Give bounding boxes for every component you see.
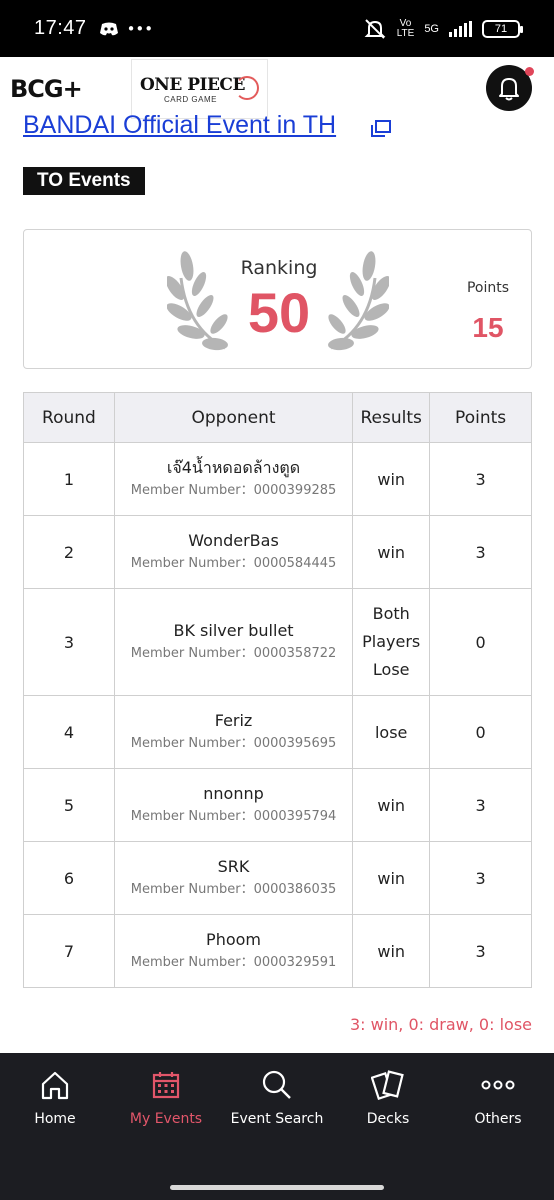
bell-icon xyxy=(499,78,519,101)
opponent-cell: WonderBas Member Number：0000584445 xyxy=(113,515,354,589)
swirl-icon xyxy=(235,76,259,100)
table-row: 1 เจ๊4น้ำหดอดล้างตูด Member Number：00003… xyxy=(23,442,532,516)
nav-label: Others xyxy=(474,1111,522,1127)
network-type: 5G xyxy=(424,22,439,35)
header-opponent: Opponent xyxy=(113,392,354,443)
member-number: Member Number：0000395794 xyxy=(130,809,337,824)
table-row: 2 WonderBas Member Number：0000584445 win… xyxy=(23,515,532,589)
ranking-card: Ranking 50 Points 15 xyxy=(23,229,532,369)
external-link-icon[interactable] xyxy=(370,120,392,138)
round-cell: 6 xyxy=(23,841,115,915)
result-cell: win xyxy=(352,768,431,842)
to-events-badge: TO Events xyxy=(23,167,145,195)
points-cell: 3 xyxy=(429,841,532,915)
points-cell: 0 xyxy=(429,695,532,769)
notification-dot xyxy=(525,67,534,76)
mute-icon xyxy=(364,18,386,39)
nav-home[interactable]: Home xyxy=(0,1067,110,1127)
round-cell: 2 xyxy=(23,515,115,589)
table-row: 6 SRK Member Number：0000386035 win 3 xyxy=(23,841,532,915)
nav-label: My Events xyxy=(129,1111,203,1127)
opponent-cell: SRK Member Number：0000386035 xyxy=(113,841,354,915)
opponent-name: WonderBas xyxy=(188,531,279,550)
discord-icon xyxy=(99,22,118,35)
table-row: 5 nnonnp Member Number：0000395794 win 3 xyxy=(23,768,532,842)
header-points: Points xyxy=(429,392,532,443)
round-cell: 5 xyxy=(23,768,115,842)
member-number: Member Number：0000386035 xyxy=(130,882,337,897)
points-cell: 3 xyxy=(429,442,532,516)
more-icon xyxy=(481,1080,515,1090)
home-icon xyxy=(41,1071,69,1100)
results-table: Round Opponent Results Points 1 เจ๊4น้ำห… xyxy=(23,392,532,988)
nav-event-search[interactable]: Event Search xyxy=(222,1067,332,1127)
opponent-name: เจ๊4น้ำหดอดล้างตูด xyxy=(166,458,301,477)
nav-my-events[interactable]: My Events xyxy=(111,1067,221,1127)
nav-others[interactable]: Others xyxy=(443,1067,553,1127)
home-indicator[interactable] xyxy=(170,1185,384,1190)
opponent-name: nnonnp xyxy=(203,784,264,803)
opponent-cell: เจ๊4น้ำหดอดล้างตูด Member Number：0000399… xyxy=(113,442,354,516)
battery-icon: 71 xyxy=(482,19,523,38)
points-value: 15 xyxy=(472,312,504,343)
member-number: Member Number：0000399285 xyxy=(130,483,337,498)
round-cell: 4 xyxy=(23,695,115,769)
result-cell: win xyxy=(352,515,431,589)
ranking-value: 50 xyxy=(247,281,311,344)
opponent-name: Phoom xyxy=(206,930,261,949)
result-cell: Both Players Lose xyxy=(352,588,431,696)
table-row: 4 Feriz Member Number：0000395695 lose 0 xyxy=(23,695,532,769)
event-title-link[interactable]: BANDAI Official Event in TH xyxy=(23,111,336,140)
points-cell: 0 xyxy=(429,588,532,696)
table-row: 7 Phoom Member Number：0000329591 win 3 xyxy=(23,914,532,988)
bottom-nav: Home My Events Event Search Decks Others xyxy=(0,1053,554,1200)
opponent-name: Feriz xyxy=(214,711,253,730)
points-cell: 3 xyxy=(429,515,532,589)
nav-label: Decks xyxy=(366,1111,410,1127)
table-row: 3 BK silver bullet Member Number：0000358… xyxy=(23,588,532,696)
status-bar: 17:47 ••• Vo LTE 5G 71 xyxy=(0,0,554,57)
opponent-cell: Feriz Member Number：0000395695 xyxy=(113,695,354,769)
calendar-icon xyxy=(152,1072,180,1099)
member-number: Member Number：0000395695 xyxy=(130,736,337,751)
member-number: Member Number：0000584445 xyxy=(130,556,337,571)
table-header-row: Round Opponent Results Points xyxy=(23,392,532,443)
ranking-label: Ranking xyxy=(240,257,318,279)
opponent-name: SRK xyxy=(217,857,250,876)
opponent-cell: nnonnp Member Number：0000395794 xyxy=(113,768,354,842)
round-cell: 3 xyxy=(23,588,115,696)
nav-decks[interactable]: Decks xyxy=(333,1067,443,1127)
points-legend: 3: win, 0: draw, 0: lose xyxy=(349,1015,532,1034)
points-cell: 3 xyxy=(429,914,532,988)
result-cell: win xyxy=(352,841,431,915)
points-cell: 3 xyxy=(429,768,532,842)
notification-button[interactable] xyxy=(486,65,534,111)
points-label: Points xyxy=(466,280,510,296)
nav-label: Home xyxy=(34,1111,76,1127)
header-round: Round xyxy=(23,392,115,443)
round-cell: 1 xyxy=(23,442,115,516)
header-results: Results xyxy=(352,392,431,443)
nav-label: Event Search xyxy=(230,1111,324,1127)
member-number: Member Number：0000329591 xyxy=(130,955,337,970)
member-number: Member Number：0000358722 xyxy=(130,646,337,661)
opponent-cell: Phoom Member Number：0000329591 xyxy=(113,914,354,988)
opponent-cell: BK silver bullet Member Number：000035872… xyxy=(113,588,354,696)
more-dots-icon: ••• xyxy=(126,19,154,38)
result-cell: win xyxy=(352,914,431,988)
search-icon xyxy=(262,1070,291,1099)
result-cell: lose xyxy=(352,695,431,769)
round-cell: 7 xyxy=(23,914,115,988)
status-time: 17:47 xyxy=(34,17,87,39)
one-piece-logo[interactable]: ONE PIECE CARD GAME xyxy=(131,59,268,119)
cards-icon xyxy=(371,1070,404,1101)
opponent-name: BK silver bullet xyxy=(173,621,294,640)
battery-level: 71 xyxy=(494,22,508,35)
lte-label: LTE xyxy=(396,27,415,39)
result-cell: win xyxy=(352,442,431,516)
bcg-logo[interactable]: BCG+ xyxy=(10,75,83,103)
signal-icon xyxy=(449,20,472,37)
